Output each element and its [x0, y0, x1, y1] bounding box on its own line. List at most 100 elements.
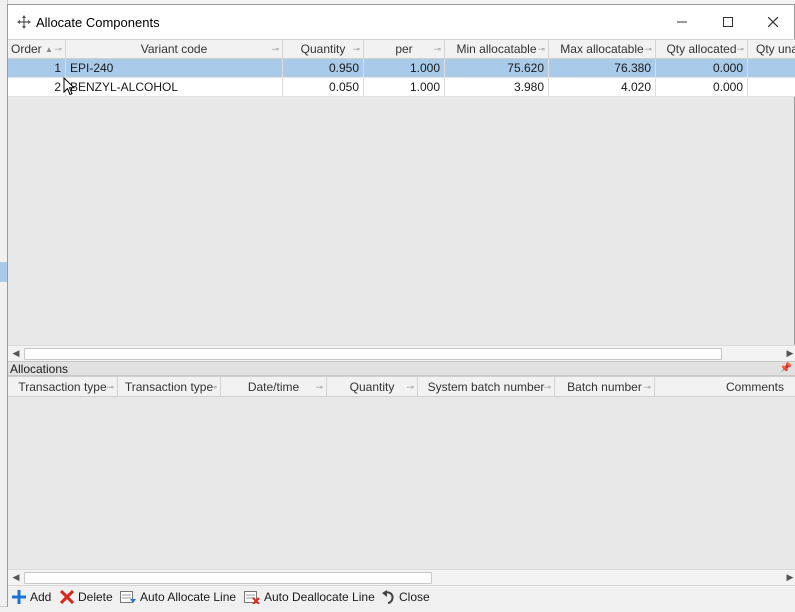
pin-icon: ⊸: [644, 44, 652, 54]
allocations-panel-title: Allocations: [10, 362, 69, 376]
add-button[interactable]: Add: [12, 588, 51, 606]
cell-max-allocatable: 4.020: [549, 78, 656, 96]
cell-per: 1.000: [364, 59, 445, 77]
action-toolbar: Add Delete Auto Allocate Line Auto Deall…: [8, 585, 795, 607]
column-header-label: Quantity: [300, 42, 346, 56]
allocations-horizontal-scrollbar[interactable]: ◀ ▶: [8, 569, 795, 585]
cell-variant-code: BENZYL-ALCOHOL: [66, 78, 283, 96]
close-icon: [768, 17, 778, 27]
allocations-grid: Transaction type ⊸ Transaction type ⊸ Da…: [8, 376, 795, 585]
column-header-transaction-type-2[interactable]: Transaction type ⊸: [118, 377, 221, 397]
cell-qty-unallocated: [748, 78, 795, 96]
column-header-per[interactable]: per ⊸: [364, 40, 445, 59]
column-header-label: Min allocatable: [456, 42, 537, 56]
column-header-date-time[interactable]: Date/time ⊸: [221, 377, 327, 397]
minimize-button[interactable]: [659, 5, 705, 39]
column-header-max-allocatable[interactable]: Max allocatable ⊸: [549, 40, 656, 59]
pin-icon: ⊸: [106, 382, 114, 392]
table-row[interactable]: 2 BENZYL-ALCOHOL 0.050 1.000 3.980 4.020…: [8, 78, 795, 97]
allocations-panel-header: Allocations 📌: [8, 361, 795, 376]
sort-ascending-icon: ▲: [45, 45, 53, 54]
window-title: Allocate Components: [36, 15, 160, 30]
auto-deallocate-line-button[interactable]: Auto Deallocate Line: [244, 588, 375, 606]
scroll-right-icon[interactable]: ▶: [782, 570, 795, 585]
close-button[interactable]: Close: [381, 588, 430, 606]
column-header-order[interactable]: Order ▲ ⊸: [8, 40, 66, 59]
column-header-qty-allocated[interactable]: Qty allocated ⊸: [656, 40, 748, 59]
auto-allocate-icon: [120, 591, 136, 603]
pin-icon: ⊸: [209, 382, 217, 392]
pin-icon[interactable]: 📌: [780, 362, 792, 376]
column-header-label: Qty una: [756, 42, 795, 56]
column-header-label: per: [395, 42, 413, 56]
table-row[interactable]: 1 EPI-240 0.950 1.000 75.620 76.380 0.00…: [8, 59, 795, 78]
column-header-label: Qty allocated: [666, 42, 737, 56]
pin-icon: ⊸: [643, 382, 651, 392]
scroll-thumb[interactable]: [24, 572, 432, 584]
pin-icon: ⊸: [406, 382, 414, 392]
scroll-right-icon[interactable]: ▶: [782, 346, 795, 361]
minimize-icon: [677, 21, 687, 23]
delete-x-icon: [60, 590, 74, 604]
cell-min-allocatable: 3.980: [445, 78, 549, 96]
column-header-transaction-type[interactable]: Transaction type ⊸: [8, 377, 118, 397]
column-header-label: Max allocatable: [560, 42, 644, 56]
column-header-system-batch-number[interactable]: System batch number ⊸: [418, 377, 555, 397]
column-header-label: Batch number: [567, 380, 642, 394]
scroll-thumb[interactable]: [24, 348, 722, 360]
column-header-label: Order: [11, 42, 42, 56]
maximize-button[interactable]: [705, 5, 751, 39]
pin-icon: ⊸: [433, 44, 441, 54]
delete-button-label: Delete: [78, 590, 113, 604]
title-bar[interactable]: Allocate Components: [8, 5, 794, 39]
pin-icon: ⊸: [736, 44, 744, 54]
pin-icon: ⊸: [537, 44, 545, 54]
cell-quantity: 0.050: [283, 78, 364, 96]
auto-allocate-line-button[interactable]: Auto Allocate Line: [120, 588, 236, 606]
maximize-icon: [723, 17, 733, 27]
column-header-label: Variant code: [140, 42, 208, 56]
auto-allocate-label: Auto Allocate Line: [140, 590, 237, 604]
pin-icon: ⊸: [315, 382, 323, 392]
auto-deallocate-label: Auto Deallocate Line: [264, 590, 375, 604]
cell-qty-allocated: 0.000: [656, 59, 748, 77]
column-header-label: Date/time: [247, 380, 300, 394]
mouse-cursor-icon: [63, 77, 75, 96]
column-header-min-allocatable[interactable]: Min allocatable ⊸: [445, 40, 549, 59]
add-button-label: Add: [30, 590, 52, 604]
delete-button[interactable]: Delete: [60, 588, 113, 606]
column-header-batch-number[interactable]: Batch number ⊸: [555, 377, 655, 397]
components-grid: Order ▲ ⊸ Variant code ⊸ Quantity ⊸ per …: [8, 39, 795, 361]
cell-variant-code: EPI-240: [66, 59, 283, 77]
cell-qty-allocated: 0.000: [656, 78, 748, 96]
cell-per: 1.000: [364, 78, 445, 96]
components-grid-header: Order ▲ ⊸ Variant code ⊸ Quantity ⊸ per …: [8, 39, 795, 59]
column-header-quantity[interactable]: Quantity ⊸: [283, 40, 364, 59]
cell-qty-unallocated: [748, 59, 795, 77]
column-header-label: System batch number: [427, 380, 545, 394]
allocate-components-dialog: Allocate Components Order ▲ ⊸ Variant co…: [7, 4, 795, 607]
pin-icon: ⊸: [271, 44, 279, 54]
cell-min-allocatable: 75.620: [445, 59, 549, 77]
close-window-button[interactable]: [750, 5, 795, 39]
pin-icon: ⊸: [54, 44, 62, 54]
column-header-label: Transaction type: [124, 380, 214, 394]
cell-quantity: 0.950: [283, 59, 364, 77]
undo-arrow-icon: [382, 590, 394, 604]
column-header-comments[interactable]: Comments: [655, 377, 795, 397]
column-header-qty-unallocated[interactable]: Qty una: [748, 40, 795, 59]
cell-order: 2: [8, 78, 66, 96]
column-header-quantity[interactable]: Quantity ⊸: [327, 377, 418, 397]
scroll-left-icon[interactable]: ◀: [8, 346, 24, 361]
cell-order: 1: [8, 59, 66, 77]
components-horizontal-scrollbar[interactable]: ◀ ▶: [8, 345, 795, 361]
pin-icon: ⊸: [543, 382, 551, 392]
move-icon: [17, 15, 31, 29]
pin-icon: ⊸: [352, 44, 360, 54]
column-header-label: Quantity: [349, 380, 395, 394]
scroll-left-icon[interactable]: ◀: [8, 570, 24, 585]
close-button-label: Close: [399, 590, 430, 604]
column-header-variant-code[interactable]: Variant code ⊸: [66, 40, 283, 59]
plus-icon: [12, 590, 26, 604]
auto-deallocate-icon: [244, 591, 260, 604]
